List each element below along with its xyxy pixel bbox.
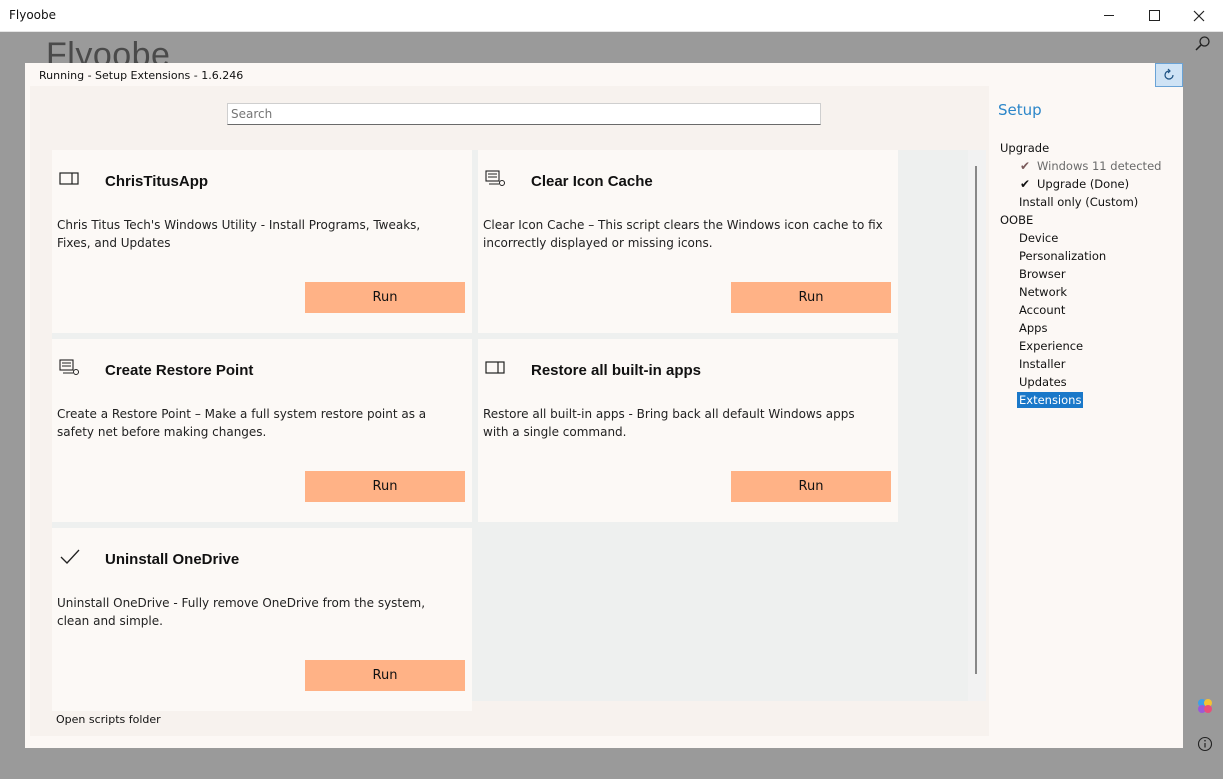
close-icon xyxy=(1193,10,1205,21)
sidebar-item-apps[interactable]: Apps xyxy=(998,319,1178,337)
sidebar-item-account[interactable]: Account xyxy=(998,301,1178,319)
run-button[interactable]: Run xyxy=(305,282,465,313)
script-icon xyxy=(59,359,79,375)
maximize-button[interactable] xyxy=(1131,0,1177,31)
sidebar-item-install-only[interactable]: Install only (Custom) xyxy=(998,193,1178,211)
sidebar-item-upgrade-done[interactable]: ✔ Upgrade (Done) xyxy=(998,175,1178,193)
sidebar-item-windows-11-detected: ✔ Windows 11 detected xyxy=(1020,159,1162,173)
background-logo: Flyoobe xyxy=(46,36,171,64)
maximize-icon xyxy=(1148,10,1160,21)
sidebar-item-extensions[interactable]: Extensions xyxy=(998,391,1178,409)
minimize-icon xyxy=(1104,15,1114,16)
card-description: Create a Restore Point – Make a full sys… xyxy=(57,407,427,439)
checkmark-icon: ✔ xyxy=(1020,159,1031,173)
sidebar-item-oobe[interactable]: OOBE xyxy=(998,211,1178,229)
card-create-restore-point: Create Restore Point Create a Restore Po… xyxy=(52,339,472,522)
setup-sidebar: Setup Upgrade ✔ Windows 11 detected ✔ Upgr… xyxy=(998,101,1178,409)
content-area: ChrisTitusApp Chris Titus Tech's Windows… xyxy=(30,86,989,736)
sidebar-item-personalization[interactable]: Personalization xyxy=(998,247,1178,265)
sidebar-item-device[interactable]: Device xyxy=(998,229,1178,247)
search-input[interactable] xyxy=(227,103,821,125)
card-title: ChrisTitusApp xyxy=(105,173,209,190)
search-icon[interactable] xyxy=(1194,35,1212,53)
info-icon[interactable] xyxy=(1196,735,1214,753)
window-icon xyxy=(485,361,505,374)
cards-grid: ChrisTitusApp Chris Titus Tech's Windows… xyxy=(52,150,986,711)
sidebar-item-installer[interactable]: Installer xyxy=(998,355,1178,373)
sidebar-header: Setup xyxy=(998,101,1042,119)
refresh-icon xyxy=(1164,68,1174,80)
close-button[interactable] xyxy=(1176,0,1222,31)
scrollbar[interactable] xyxy=(968,150,986,701)
checkmark-icon xyxy=(60,549,80,564)
window-icon xyxy=(59,172,79,185)
copilot-icon[interactable] xyxy=(1196,697,1214,715)
card-restore-builtin-apps: Restore all built-in apps Restore all bu… xyxy=(478,339,898,522)
checkmark-icon: ✔ xyxy=(1020,177,1031,191)
extensions-panel: Running - Setup Extensions - 1.6.246 Chr… xyxy=(25,63,1183,748)
minimize-button[interactable] xyxy=(1086,0,1132,31)
card-clear-icon-cache: Clear Icon Cache Clear Icon Cache – This… xyxy=(478,150,898,333)
status-text: Running - Setup Extensions - 1.6.246 xyxy=(39,69,244,82)
run-button[interactable]: Run xyxy=(731,471,891,502)
card-title: Uninstall OneDrive xyxy=(105,551,240,568)
script-icon xyxy=(485,170,505,186)
refresh-button[interactable] xyxy=(1155,63,1183,87)
run-button[interactable]: Run xyxy=(305,471,465,502)
sidebar-item-network[interactable]: Network xyxy=(998,283,1178,301)
card-description: Clear Icon Cache – This script clears th… xyxy=(483,218,883,250)
window-title: Flyoobe xyxy=(9,8,57,22)
sidebar-item-updates[interactable]: Updates xyxy=(998,373,1178,391)
title-bar: Flyoobe xyxy=(0,0,1223,32)
scrollbar-thumb[interactable] xyxy=(975,166,977,674)
sidebar-item-experience[interactable]: Experience xyxy=(998,337,1178,355)
run-button[interactable]: Run xyxy=(731,282,891,313)
card-uninstall-onedrive: Uninstall OneDrive Uninstall OneDrive - … xyxy=(52,528,472,711)
sidebar-item-browser[interactable]: Browser xyxy=(998,265,1178,283)
card-title: Restore all built-in apps xyxy=(531,362,702,379)
card-description: Chris Titus Tech's Windows Utility - Ins… xyxy=(57,218,421,250)
card-christitusapp: ChrisTitusApp Chris Titus Tech's Windows… xyxy=(52,150,472,333)
open-scripts-folder-link[interactable]: Open scripts folder xyxy=(56,713,161,726)
card-title: Clear Icon Cache xyxy=(531,173,653,190)
card-title: Create Restore Point xyxy=(105,362,254,379)
card-description: Uninstall OneDrive - Fully remove OneDri… xyxy=(57,596,426,628)
sidebar-item-upgrade[interactable]: Upgrade xyxy=(998,139,1178,157)
card-description: Restore all built-in apps - Bring back a… xyxy=(483,407,855,439)
run-button[interactable]: Run xyxy=(305,660,465,691)
